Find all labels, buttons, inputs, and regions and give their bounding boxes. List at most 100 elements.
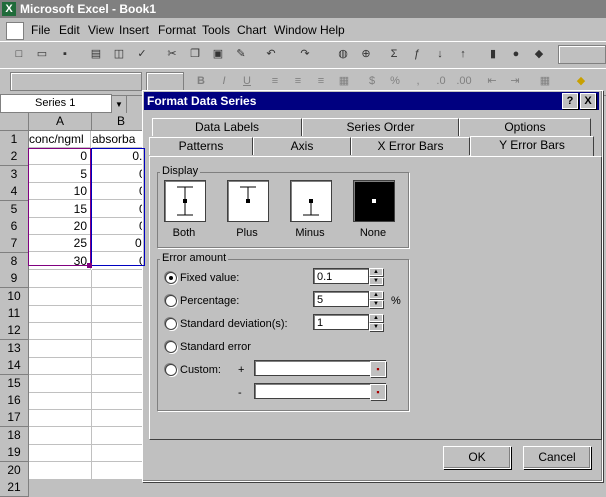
undo-icon[interactable]: ↶ <box>262 45 280 63</box>
borders-icon[interactable]: ▦ <box>536 72 554 90</box>
tab-data-labels[interactable]: Data Labels <box>152 118 302 136</box>
row-header[interactable]: 18 <box>0 427 29 445</box>
paste-icon[interactable]: ▣ <box>209 45 227 63</box>
autosum-icon[interactable]: Σ <box>385 45 403 63</box>
row-header[interactable]: 17 <box>0 409 29 427</box>
menu-chart[interactable]: Chart <box>237 23 266 37</box>
row-header[interactable]: 11 <box>0 305 29 323</box>
tab-options[interactable]: Options <box>459 118 591 136</box>
copy-icon[interactable]: ❐ <box>186 45 204 63</box>
row-header[interactable]: 1 <box>0 131 29 149</box>
format-painter-icon[interactable]: ✎ <box>232 45 250 63</box>
standard-error-radio[interactable] <box>165 341 177 353</box>
fixed-value-spinner[interactable]: ▲ ▼ <box>369 268 383 285</box>
percentage-input[interactable]: 5 <box>313 291 369 307</box>
error-bar-none-option[interactable] <box>353 180 395 222</box>
row-header[interactable]: 12 <box>0 322 29 340</box>
standard-deviation-input[interactable]: 1 <box>313 314 369 330</box>
cell-a[interactable] <box>29 479 92 497</box>
standard-deviation-radio[interactable] <box>165 318 177 330</box>
tab-x-error-bars[interactable]: X Error Bars <box>351 137 470 155</box>
menu-format[interactable]: Format <box>158 23 196 37</box>
spelling-icon[interactable]: ✓ <box>133 45 151 63</box>
font-size-dropdown[interactable] <box>146 72 184 91</box>
tab-series-order[interactable]: Series Order <box>302 118 459 136</box>
cell-a[interactable] <box>29 288 92 306</box>
cancel-button[interactable]: Cancel <box>523 446 591 469</box>
row-header[interactable]: 21 <box>0 479 29 497</box>
row-header[interactable]: 9 <box>0 270 29 288</box>
row-header[interactable]: 14 <box>0 357 29 375</box>
function-icon[interactable]: ƒ <box>408 45 426 63</box>
row-header[interactable]: 4 <box>0 183 29 201</box>
save-icon[interactable]: ▪ <box>56 45 74 63</box>
cell-a[interactable] <box>29 305 92 323</box>
row-header[interactable]: 13 <box>0 340 29 358</box>
custom-minus-input[interactable] <box>254 383 386 399</box>
row-header[interactable]: 6 <box>0 218 29 236</box>
column-header-a[interactable]: A <box>29 113 92 131</box>
menu-edit[interactable]: Edit <box>59 23 80 37</box>
map-icon[interactable]: ● <box>507 45 525 63</box>
row-header[interactable]: 19 <box>0 444 29 462</box>
tab-patterns[interactable]: Patterns <box>149 137 253 155</box>
align-left-icon[interactable]: ≡ <box>266 72 284 90</box>
custom-radio[interactable] <box>165 364 177 376</box>
cell-a[interactable] <box>29 392 92 410</box>
standard-deviation-spinner[interactable]: ▲ ▼ <box>369 314 383 331</box>
fixed-value-input[interactable]: 0.1 <box>313 268 369 284</box>
cell-a[interactable] <box>29 375 92 393</box>
row-header[interactable]: 8 <box>0 253 29 271</box>
cell-a[interactable] <box>29 409 92 427</box>
row-header[interactable]: 7 <box>0 235 29 253</box>
fill-handle[interactable] <box>87 263 92 268</box>
select-all-corner[interactable] <box>0 113 29 131</box>
error-bar-minus-option[interactable] <box>290 180 332 222</box>
cell-a[interactable] <box>29 322 92 340</box>
print-preview-icon[interactable]: ◫ <box>110 45 128 63</box>
cut-icon[interactable]: ✂ <box>163 45 181 63</box>
row-header[interactable]: 15 <box>0 375 29 393</box>
chart-wizard-icon[interactable]: ▮ <box>484 45 502 63</box>
align-center-icon[interactable]: ≡ <box>289 72 307 90</box>
font-dropdown[interactable] <box>10 72 142 91</box>
bold-icon[interactable]: B <box>192 72 210 90</box>
fixed-value-radio[interactable] <box>165 272 177 284</box>
custom-plus-range-icon[interactable]: ▪ <box>370 361 386 377</box>
row-header[interactable]: 10 <box>0 288 29 306</box>
percentage-radio[interactable] <box>165 295 177 307</box>
row-header[interactable]: 2 <box>0 148 29 166</box>
decrease-indent-icon[interactable]: ⇤ <box>483 72 501 90</box>
menu-view[interactable]: View <box>88 23 114 37</box>
drawing-icon[interactable]: ◆ <box>530 45 548 63</box>
cell-a[interactable]: conc/ngml <box>29 131 91 148</box>
hyperlink-icon[interactable]: ◍ <box>334 45 352 63</box>
currency-icon[interactable]: $ <box>363 72 381 90</box>
percent-icon[interactable]: % <box>386 72 404 90</box>
increase-indent-icon[interactable]: ⇥ <box>506 72 524 90</box>
cell-a[interactable] <box>29 357 92 375</box>
error-bar-plus-option[interactable] <box>227 180 269 222</box>
comma-icon[interactable]: , <box>409 72 427 90</box>
increase-decimal-icon[interactable]: .0 <box>432 72 450 90</box>
menu-tools[interactable]: Tools <box>202 23 230 37</box>
error-bar-both-option[interactable] <box>164 180 206 222</box>
help-button[interactable]: ? <box>562 93 578 109</box>
menu-window[interactable]: Window <box>274 23 317 37</box>
tab-y-error-bars[interactable]: Y Error Bars <box>470 136 594 156</box>
custom-plus-input[interactable] <box>254 360 386 376</box>
row-header[interactable]: 16 <box>0 392 29 410</box>
cell-a[interactable] <box>29 444 92 462</box>
row-header[interactable]: 3 <box>0 166 29 184</box>
cell-a[interactable] <box>29 427 92 445</box>
cell-a[interactable] <box>29 340 92 358</box>
custom-minus-range-icon[interactable]: ▪ <box>370 384 386 400</box>
workbook-icon[interactable] <box>6 22 24 40</box>
redo-icon[interactable]: ↷ <box>296 45 314 63</box>
sort-ascending-icon[interactable]: ↓ <box>431 45 449 63</box>
sort-descending-icon[interactable]: ↑ <box>454 45 472 63</box>
chevron-down-icon[interactable]: ▼ <box>111 95 127 114</box>
percentage-spinner[interactable]: ▲ ▼ <box>369 291 383 308</box>
new-icon[interactable]: □ <box>10 45 28 63</box>
close-button[interactable]: X <box>580 93 596 109</box>
